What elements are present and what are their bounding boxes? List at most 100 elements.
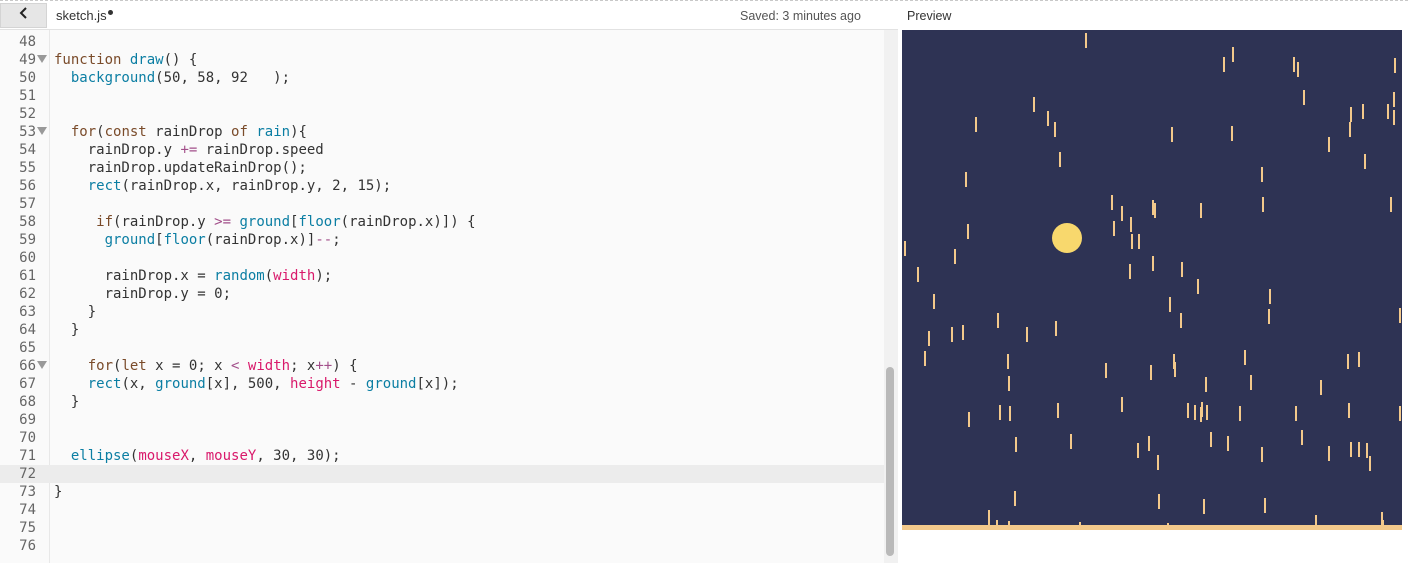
raindrop <box>954 249 956 264</box>
raindrop <box>1364 154 1366 169</box>
raindrop <box>1303 90 1305 105</box>
raindrop <box>1008 376 1010 391</box>
code-line[interactable]: 49 function draw() { <box>0 51 884 69</box>
code-line[interactable]: 69 <box>0 411 884 429</box>
code-line[interactable]: 52 <box>0 105 884 123</box>
raindrop <box>1197 279 1199 294</box>
code-text: function draw() { <box>54 52 198 68</box>
raindrop <box>1244 350 1246 365</box>
line-number: 55 <box>19 160 36 176</box>
line-number: 56 <box>19 178 36 194</box>
raindrop <box>1223 57 1225 72</box>
code-text: } <box>54 322 80 338</box>
raindrop <box>924 351 926 366</box>
line-number: 49 <box>19 52 36 68</box>
line-number: 63 <box>19 304 36 320</box>
code-line[interactable]: 71 ellipse(mouseX, mouseY, 30, 30); <box>0 447 884 465</box>
raindrop <box>1268 309 1270 324</box>
code-line[interactable]: 73} <box>0 483 884 501</box>
fold-arrow-icon[interactable] <box>37 361 47 369</box>
raindrop <box>1227 436 1229 451</box>
raindrop <box>1347 354 1349 369</box>
line-number: 59 <box>19 232 36 248</box>
raindrop <box>917 267 919 282</box>
raindrop <box>1187 403 1189 418</box>
code-line[interactable]: 61 rainDrop.x = random(width); <box>0 267 884 285</box>
code-line[interactable]: 66 for(let x = 0; x < width; x++) { <box>0 357 884 375</box>
editor-scrollbar-track[interactable] <box>884 30 898 563</box>
code-line[interactable]: 54 rainDrop.y += rainDrop.speed <box>0 141 884 159</box>
raindrop <box>1399 406 1401 421</box>
line-number: 61 <box>19 268 36 284</box>
raindrop <box>1348 403 1350 418</box>
file-name-label: sketch.js <box>56 8 107 23</box>
fold-arrow-icon[interactable] <box>37 55 47 63</box>
raindrop <box>1174 362 1176 377</box>
raindrop <box>1015 437 1017 452</box>
code-line[interactable]: 48 <box>0 33 884 51</box>
line-number: 69 <box>19 412 36 428</box>
back-button[interactable] <box>0 3 47 28</box>
code-line[interactable]: 62 rainDrop.y = 0; <box>0 285 884 303</box>
code-text: ellipse(mouseX, mouseY, 30, 30); <box>70 448 341 464</box>
code-line[interactable]: 58 if(rainDrop.y >= ground[floor(rainDro… <box>0 213 884 231</box>
raindrop <box>1362 104 1364 119</box>
raindrop <box>1130 217 1132 232</box>
raindrop <box>1232 47 1234 62</box>
mouse-ellipse <box>1052 223 1082 253</box>
code-line[interactable]: 63 } <box>0 303 884 321</box>
code-text: } <box>54 394 80 410</box>
fold-arrow-icon[interactable] <box>37 127 47 135</box>
raindrop <box>1358 352 1360 367</box>
code-line[interactable]: 50 background(50, 58, 92 ); <box>0 69 884 87</box>
code-line[interactable]: 76 <box>0 537 884 555</box>
code-line[interactable]: 56 rect(rainDrop.x, rainDrop.y, 2, 15); <box>0 177 884 195</box>
line-number: 64 <box>19 322 36 338</box>
raindrop <box>1105 363 1107 378</box>
code-line[interactable]: 67 rect(x, ground[x], 500, height - grou… <box>0 375 884 393</box>
raindrop <box>1205 377 1207 392</box>
code-line[interactable]: 72 <box>0 465 884 483</box>
raindrop <box>1206 405 1208 420</box>
code-line[interactable]: 59 ground[floor(rainDrop.x)]--; <box>0 231 884 249</box>
line-number: 62 <box>19 286 36 302</box>
raindrop <box>1121 397 1123 412</box>
code-line[interactable]: 60 <box>0 249 884 267</box>
code-line[interactable]: 64 } <box>0 321 884 339</box>
raindrop <box>1387 104 1389 119</box>
raindrop <box>1113 221 1115 236</box>
line-number: 60 <box>19 250 36 266</box>
file-name-tab[interactable]: sketch.js <box>56 8 113 23</box>
raindrop <box>1399 308 1401 323</box>
code-line[interactable]: 75 <box>0 519 884 537</box>
line-number: 65 <box>19 340 36 356</box>
raindrop <box>965 172 967 187</box>
sketch-preview-canvas[interactable] <box>902 30 1402 530</box>
code-text: background(50, 58, 92 ); <box>70 70 291 86</box>
editor-header: sketch.js Saved: 3 minutes ago <box>0 1 898 30</box>
editor-scrollbar-thumb[interactable] <box>886 367 894 556</box>
code-line[interactable]: 65 <box>0 339 884 357</box>
raindrop <box>1007 354 1009 369</box>
raindrop <box>967 224 969 239</box>
raindrop <box>1394 58 1396 73</box>
code-text: rainDrop.x = random(width); <box>54 268 333 284</box>
code-line[interactable]: 70 <box>0 429 884 447</box>
code-line[interactable]: 57 <box>0 195 884 213</box>
raindrop <box>1261 167 1263 182</box>
code-line[interactable]: 55 rainDrop.updateRainDrop(); <box>0 159 884 177</box>
code-line[interactable]: 68 } <box>0 393 884 411</box>
code-line[interactable]: 74 <box>0 501 884 519</box>
code-line[interactable]: 51 <box>0 87 884 105</box>
code-editor[interactable]: 48 49 function draw() {50 background(50, 5… <box>0 30 898 563</box>
code-line[interactable]: 53 for(const rainDrop of rain){ <box>0 123 884 141</box>
raindrop <box>1033 97 1035 112</box>
line-number: 67 <box>19 376 36 392</box>
line-number: 76 <box>19 538 36 554</box>
raindrop <box>1057 403 1059 418</box>
raindrop <box>1121 206 1123 221</box>
code-text: } <box>54 484 63 500</box>
code-text: for(const rainDrop of rain){ <box>70 124 307 140</box>
raindrop <box>1210 432 1212 447</box>
line-number: 48 <box>19 34 36 50</box>
